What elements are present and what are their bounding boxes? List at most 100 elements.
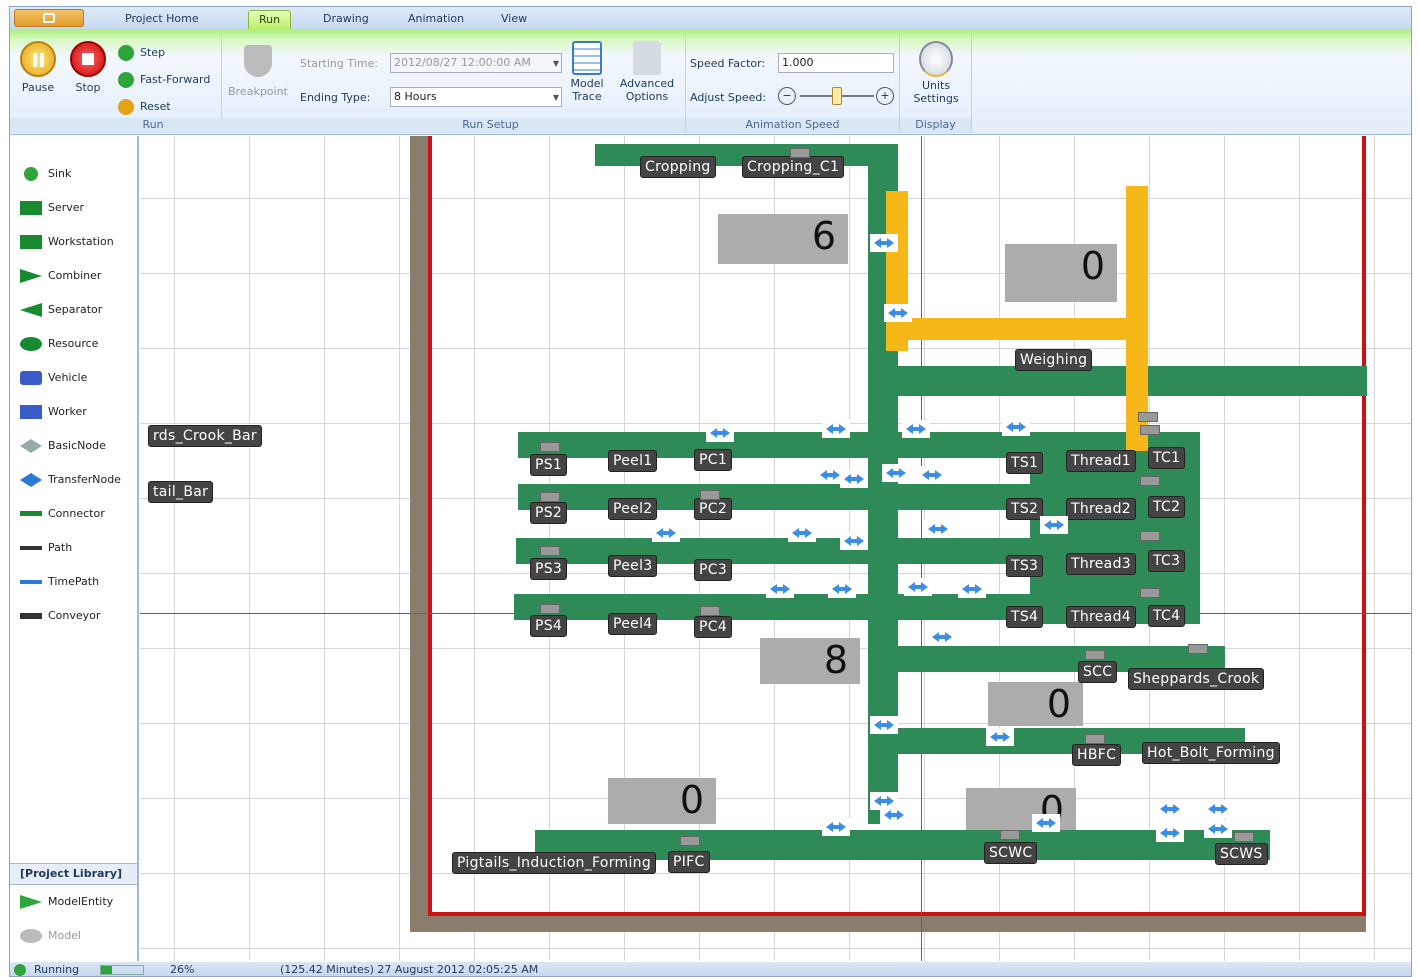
transfer-node-arrow[interactable] [652, 524, 680, 542]
tab-run[interactable]: Run [248, 10, 292, 29]
object-label-pc2[interactable]: PC2 [694, 498, 733, 520]
object-label-cropping-c1[interactable]: Cropping_C1 [742, 156, 845, 178]
transfer-node-arrow[interactable] [924, 520, 952, 538]
transfer-node-arrow[interactable] [766, 580, 794, 598]
transfer-node-arrow[interactable] [1156, 824, 1184, 842]
object-label-tc1[interactable]: TC1 [1148, 447, 1186, 469]
transfer-node-arrow[interactable] [904, 578, 932, 596]
library-item-transfernode[interactable]: TransferNode [18, 470, 121, 490]
equipment-symbol[interactable] [790, 148, 810, 158]
object-label-pigtails[interactable]: Pigtails_Induction_Forming [452, 852, 657, 874]
transfer-node-arrow[interactable] [918, 466, 946, 484]
speed-decrease-button[interactable]: − [778, 87, 796, 105]
step-button[interactable]: Step [118, 44, 165, 62]
equipment-symbol[interactable] [1188, 644, 1208, 654]
library-item-worker[interactable]: Worker [18, 402, 87, 422]
equipment-symbol[interactable] [1234, 832, 1254, 842]
object-label-tc2[interactable]: TC2 [1148, 496, 1186, 518]
transfer-node-arrow[interactable] [788, 524, 816, 542]
equipment-symbol[interactable] [1140, 476, 1160, 486]
equipment-symbol[interactable] [1085, 734, 1105, 744]
library-item-conveyor[interactable]: Conveyor [18, 606, 100, 626]
transfer-node-arrow[interactable] [958, 580, 986, 598]
transfer-node-arrow[interactable] [840, 470, 868, 488]
object-label-tc3[interactable]: TC3 [1148, 550, 1186, 572]
library-item-modelentity[interactable]: ModelEntity [18, 892, 113, 912]
equipment-symbol[interactable] [1140, 531, 1160, 541]
object-label-thread1[interactable]: Thread1 [1066, 450, 1136, 472]
equipment-symbol[interactable] [700, 490, 720, 500]
transfer-node-arrow[interactable] [880, 806, 908, 824]
pause-button[interactable]: Pause [16, 41, 60, 94]
library-item-server[interactable]: Server [18, 198, 84, 218]
transfer-node-arrow[interactable] [1002, 418, 1030, 436]
library-item-combiner[interactable]: Combiner [18, 266, 101, 286]
advanced-options-button[interactable]: Advanced Options [614, 41, 680, 103]
object-label-peel4[interactable]: Peel4 [608, 613, 658, 635]
transfer-node-arrow[interactable] [822, 420, 850, 438]
application-menu-button[interactable] [14, 9, 84, 27]
equipment-symbol[interactable] [700, 606, 720, 616]
tab-drawing[interactable]: Drawing [313, 10, 379, 29]
facility-canvas[interactable]: 6 0 8 0 0 0 Cropping Cropping_C1 Weighing r… [140, 136, 1411, 961]
object-label-pifc[interactable]: PIFC [668, 851, 710, 873]
object-label-ps2[interactable]: PS2 [530, 502, 568, 524]
object-label-ts1[interactable]: TS1 [1006, 452, 1044, 474]
library-item-timepath[interactable]: TimePath [18, 572, 99, 592]
object-label-ts3[interactable]: TS3 [1006, 555, 1044, 577]
object-label-peel3[interactable]: Peel3 [608, 555, 658, 577]
object-label-thread2[interactable]: Thread2 [1066, 498, 1136, 520]
transfer-node-arrow[interactable] [828, 580, 856, 598]
object-label-hbfc[interactable]: HBFC [1072, 744, 1122, 766]
speed-increase-button[interactable]: + [876, 87, 894, 105]
breakpoint-button[interactable]: Breakpoint [226, 45, 290, 98]
library-item-resource[interactable]: Resource [18, 334, 98, 354]
transfer-node-arrow[interactable] [1204, 800, 1232, 818]
library-item-sink[interactable]: Sink [18, 164, 71, 184]
equipment-symbol[interactable] [1085, 650, 1105, 660]
project-library-header[interactable]: [Project Library] [10, 863, 137, 885]
object-label-scws[interactable]: SCWS [1215, 843, 1268, 865]
tab-project-home[interactable]: Project Home [115, 10, 209, 29]
object-label-pc1[interactable]: PC1 [694, 449, 733, 471]
object-label-ps1[interactable]: PS1 [530, 454, 568, 476]
object-label-pc4[interactable]: PC4 [694, 616, 733, 638]
object-label-weighing[interactable]: Weighing [1015, 349, 1093, 371]
transfer-node-arrow[interactable] [882, 464, 910, 482]
object-label-tail-bar[interactable]: tail_Bar [148, 481, 214, 503]
equipment-symbol[interactable] [540, 492, 560, 502]
tab-view[interactable]: View [491, 10, 537, 29]
object-label-ts4[interactable]: TS4 [1006, 606, 1044, 628]
object-label-peel2[interactable]: Peel2 [608, 498, 658, 520]
equipment-symbol[interactable] [1138, 412, 1158, 422]
object-label-cropping[interactable]: Cropping [640, 156, 716, 178]
ending-type-select[interactable]: 8 Hours ▼ [390, 87, 562, 107]
object-label-crook-bar[interactable]: rds_Crook_Bar [148, 425, 262, 447]
transfer-node-arrow[interactable] [1032, 814, 1060, 832]
object-label-thread4[interactable]: Thread4 [1066, 606, 1136, 628]
speed-slider-thumb[interactable] [832, 87, 842, 105]
object-label-scwc[interactable]: SCWC [984, 842, 1038, 864]
equipment-symbol[interactable] [1140, 588, 1160, 598]
transfer-node-arrow[interactable] [1040, 516, 1068, 534]
equipment-symbol[interactable] [1140, 425, 1160, 435]
object-label-hot-bolt-forming[interactable]: Hot_Bolt_Forming [1142, 742, 1280, 764]
library-item-vehicle[interactable]: Vehicle [18, 368, 87, 388]
object-label-peel1[interactable]: Peel1 [608, 450, 658, 472]
equipment-symbol[interactable] [540, 546, 560, 556]
transfer-node-arrow[interactable] [1156, 800, 1184, 818]
transfer-node-arrow[interactable] [870, 234, 898, 252]
library-item-connector[interactable]: Connector [18, 504, 105, 524]
object-label-sheppards-crook[interactable]: Sheppards_Crook [1128, 668, 1265, 690]
object-label-ps3[interactable]: PS3 [530, 558, 568, 580]
transfer-node-arrow[interactable] [706, 424, 734, 442]
stop-button[interactable]: Stop [66, 41, 110, 94]
transfer-node-arrow[interactable] [928, 628, 956, 646]
equipment-symbol[interactable] [540, 604, 560, 614]
object-label-pc3[interactable]: PC3 [694, 559, 733, 581]
reset-button[interactable]: Reset [118, 98, 171, 116]
library-item-path[interactable]: Path [18, 538, 72, 558]
equipment-symbol[interactable] [1000, 830, 1020, 840]
equipment-symbol[interactable] [540, 442, 560, 452]
tab-animation[interactable]: Animation [398, 10, 474, 29]
